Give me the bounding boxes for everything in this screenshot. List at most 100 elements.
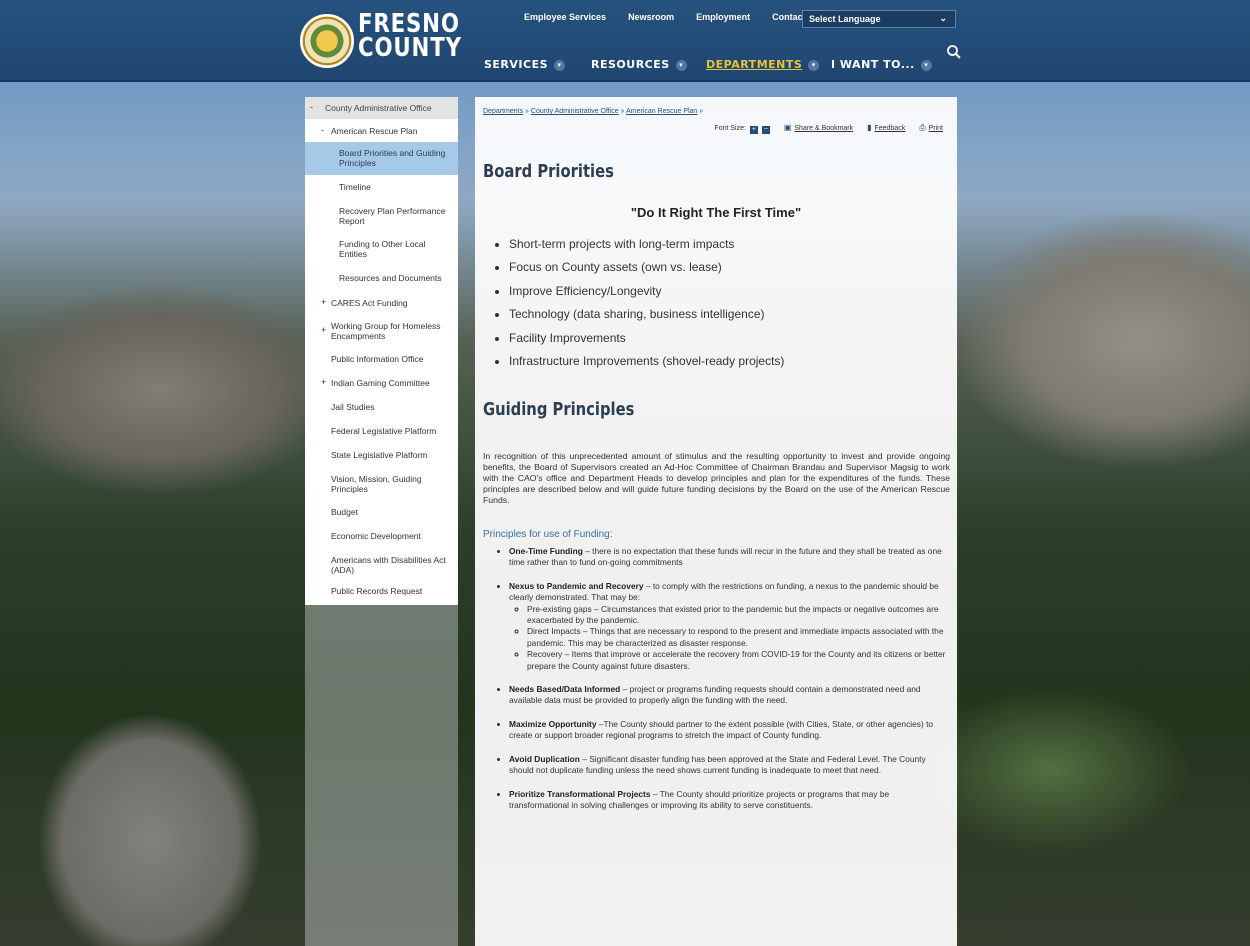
breadcrumb-cao[interactable]: County Administrative Office [531, 108, 619, 115]
sidebar-item-label: Working Group for Homeless Encampments [331, 321, 441, 341]
motto: "Do It Right The First Time" [630, 205, 802, 220]
list-item: Maximize Opportunity –The County should … [509, 719, 949, 742]
principle-title: Prioritize Transformational Projects [509, 788, 651, 799]
search-button[interactable] [946, 44, 964, 62]
chevron-down-icon: ▾ [920, 60, 932, 71]
utility-nav: Employee Services Newsroom Employment Co… [524, 12, 842, 22]
sidebar-item-resources-documents[interactable]: Resources and Documents [305, 265, 458, 290]
breadcrumb-american-rescue-plan[interactable]: American Rescue Plan [626, 108, 697, 115]
principle-title: One-Time Funding [509, 546, 583, 556]
breadcrumb-separator: » [525, 108, 529, 115]
chevron-down-icon: ⌄ [939, 13, 947, 23]
plus-square-icon: ▣ [783, 123, 792, 132]
sidebar-item-economic-development[interactable]: Economic Development [305, 523, 458, 547]
sidebar-item-cares-act[interactable]: + CARES Act Funding [305, 290, 458, 313]
site-header: FRESNO COUNTY Employee Services Newsroom… [0, 0, 1250, 82]
sub-list: Pre-existing gaps – Circumstances that e… [509, 604, 949, 672]
principle-title: Needs Based/Data Informed [509, 684, 621, 695]
sidebar-item-label: Recovery Plan Performance Report [339, 206, 446, 226]
chevron-down-icon: ▾ [554, 60, 566, 71]
sub-list-item: Direct Impacts – Things that are necessa… [527, 626, 949, 649]
sidebar-item-american-rescue-plan[interactable]: - American Rescue Plan [305, 119, 458, 142]
list-item: Infrastructure Improvements (shovel-read… [509, 350, 784, 373]
breadcrumb: Departments » County Administrative Offi… [483, 108, 703, 115]
list-item: Improve Efficiency/Longevity [509, 280, 784, 303]
sidebar-item-label: Jail Studies [331, 402, 375, 412]
sidebar-item-label: Funding to Other Local Entities [339, 239, 426, 259]
sidebar-item-board-priorities[interactable]: Board Priorities and Guiding Principles [305, 142, 458, 175]
expand-icon[interactable]: + [321, 325, 326, 335]
nav-employment[interactable]: Employment [696, 12, 750, 22]
chevron-down-icon: ▾ [808, 60, 820, 71]
main-nav-i-want-to[interactable]: I WANT TO... ▾ [831, 58, 932, 71]
main-nav-services-label: SERVICES [484, 58, 549, 71]
page-tools: Font Size: + − ▣ Share & Bookmark ▮ Feedba… [714, 123, 943, 134]
sidebar-item-recovery-plan-report[interactable]: Recovery Plan Performance Report [305, 199, 458, 232]
main-nav-resources[interactable]: RESOURCES ▾ [591, 58, 687, 71]
sub-list-item: Pre-existing gaps – Circumstances that e… [527, 604, 949, 627]
county-seal-icon [300, 14, 354, 68]
logo-line-2: COUNTY [358, 33, 462, 63]
list-item: Avoid Duplication – Significant disaster… [509, 754, 949, 777]
feedback-link[interactable]: Feedback [874, 125, 905, 132]
expand-icon[interactable]: + [321, 297, 326, 307]
main-nav-resources-label: RESOURCES [591, 58, 670, 71]
fresno-county-logo[interactable]: FRESNO COUNTY [300, 10, 462, 70]
sidebar-item-public-records[interactable]: Public Records Request [305, 580, 458, 605]
sidebar-item-label: Americans with Disabilities Act (ADA) [331, 555, 446, 575]
sidebar-item-label: CARES Act Funding [331, 298, 408, 308]
guiding-principles-heading: Guiding Principles [483, 399, 635, 420]
expand-icon[interactable]: + [321, 377, 326, 387]
sidebar-item-label: Public Information Office [331, 354, 424, 364]
sidebar-item-homeless-encampments[interactable]: + Working Group for Homeless Encampments [305, 313, 458, 346]
intro-paragraph: In recognition of this unprecedented amo… [483, 451, 950, 505]
sidebar-item-ada[interactable]: Americans with Disabilities Act (ADA) [305, 547, 458, 580]
font-increase-button[interactable]: + [749, 126, 758, 134]
nav-newsroom[interactable]: Newsroom [628, 12, 674, 22]
sidebar-item-indian-gaming[interactable]: + Indian Gaming Committee [305, 370, 458, 394]
sidebar-item-state-legislative[interactable]: State Legislative Platform [305, 442, 458, 466]
sidebar-item-label: Federal Legislative Platform [331, 426, 437, 436]
collapse-icon[interactable]: - [321, 125, 324, 135]
sidebar-item-label: State Legislative Platform [331, 450, 428, 460]
sidebar-item-budget[interactable]: Budget [305, 499, 458, 523]
list-item: Focus on County assets (own vs. lease) [509, 256, 784, 279]
main-nav-i-want-to-label: I WANT TO... [831, 58, 915, 71]
sidebar: - County Administrative Office - America… [305, 97, 458, 946]
principle-title: Avoid Duplication [509, 753, 580, 764]
language-select[interactable]: Select Language ⌄ [802, 10, 956, 28]
sidebar-item-funding-local-entities[interactable]: Funding to Other Local Entities [305, 232, 458, 265]
sidebar-item-public-information[interactable]: Public Information Office [305, 346, 458, 370]
sub-list-item: Recovery – Items that improve or acceler… [527, 649, 949, 672]
search-icon [947, 45, 961, 59]
sidebar-nav: - County Administrative Office - America… [305, 97, 458, 605]
logo-wordmark: FRESNO COUNTY [358, 11, 462, 63]
sidebar-item-label: Budget [331, 507, 358, 517]
main-nav-services[interactable]: SERVICES ▾ [484, 58, 566, 71]
main-nav-departments[interactable]: DEPARTMENTS ▾ [706, 58, 820, 71]
sidebar-item-label: Economic Development [331, 531, 421, 541]
sidebar-item-label: Public Records Request [331, 586, 423, 596]
list-item: Short-term projects with long-term impac… [509, 233, 784, 256]
sidebar-item-vision-mission[interactable]: Vision, Mission, Guiding Principles [305, 466, 458, 499]
breadcrumb-departments[interactable]: Departments [483, 108, 523, 115]
sidebar-item-timeline[interactable]: Timeline [305, 175, 458, 199]
sidebar-item-jail-studies[interactable]: Jail Studies [305, 394, 458, 418]
nav-employee-services[interactable]: Employee Services [524, 12, 606, 22]
board-priorities-heading: Board Priorities [483, 161, 614, 182]
sidebar-item-federal-legislative[interactable]: Federal Legislative Platform [305, 418, 458, 442]
sidebar-item-label: Vision, Mission, Guiding Principles [331, 474, 422, 494]
collapse-icon[interactable]: - [310, 102, 313, 112]
font-size-label: Font Size: [714, 125, 746, 132]
list-item: One-Time Funding – there is no expectati… [509, 546, 949, 569]
breadcrumb-separator: » [620, 108, 625, 115]
share-bookmark-link[interactable]: Share & Bookmark [794, 125, 853, 132]
main-content: Departments » County Administrative Offi… [475, 97, 957, 946]
list-item: Needs Based/Data Informed – project or p… [509, 684, 949, 707]
chevron-down-icon: ▾ [675, 60, 687, 71]
sidebar-item-county-administrative-office[interactable]: - County Administrative Office [305, 97, 458, 119]
principle-title: Nexus to Pandemic and Recovery [509, 580, 644, 591]
sidebar-item-label: American Rescue Plan [331, 126, 418, 136]
print-link[interactable]: Print [929, 125, 943, 132]
font-decrease-button[interactable]: − [761, 126, 770, 134]
